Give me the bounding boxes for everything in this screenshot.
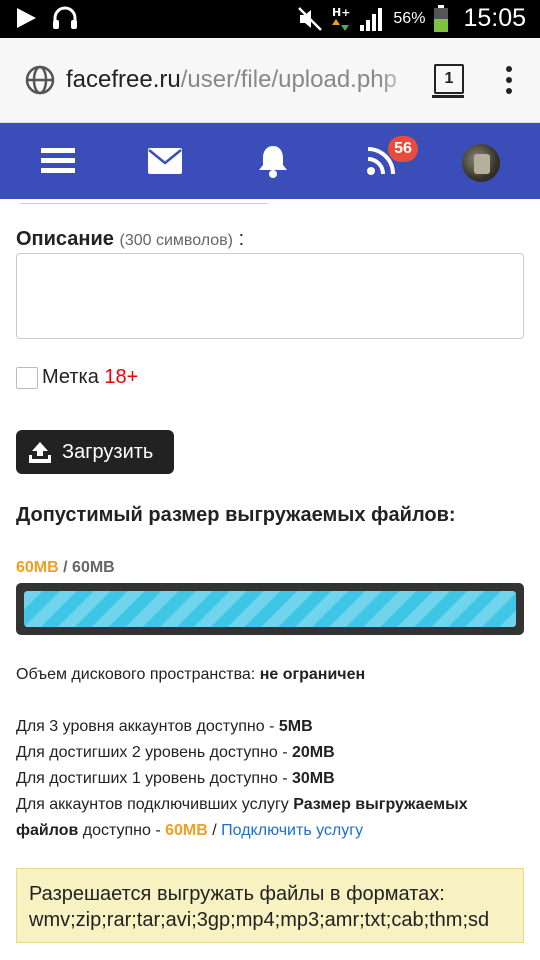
description-hint: (300 символов): [119, 232, 233, 249]
description-textarea[interactable]: [16, 253, 524, 339]
description-label: Описание (300 символов) :: [16, 228, 245, 250]
previous-field-edge: [20, 199, 268, 204]
battery-icon: [434, 4, 449, 32]
url-path: /user/file/upload.php: [180, 66, 397, 93]
upload-button[interactable]: Загрузить: [16, 430, 174, 474]
tabs-icon[interactable]: 1: [434, 64, 464, 94]
globe-icon[interactable]: [24, 64, 56, 96]
clock: 15:05: [463, 4, 526, 32]
allowed-formats-list: wmv;zip;rar;tar;avi;3gp;mp4;mp3;amr;txt;…: [29, 909, 490, 931]
disk-space-line: Объем дискового пространства: не огранич…: [16, 666, 366, 683]
svg-text:H+: H+: [332, 6, 350, 19]
browser-toolbar: facefree.ru/user/file/upload.php 1: [0, 38, 540, 123]
mail-icon[interactable]: [132, 123, 198, 199]
level1-limit-line: Для достигших 1 уровень доступно - 30MB: [16, 770, 335, 787]
adult-mark: 18+: [104, 366, 139, 388]
url-fade: [380, 62, 414, 98]
signal-icon: [360, 7, 383, 31]
tabs-icon-base: [432, 95, 464, 98]
adult-checkbox[interactable]: [16, 367, 38, 389]
connect-service-link[interactable]: Подключить услугу: [221, 822, 363, 839]
disk-space-value: не ограничен: [259, 666, 366, 683]
upload-button-label: Загрузить: [62, 440, 154, 463]
bell-icon[interactable]: [240, 123, 306, 199]
url-host: facefree.ru: [66, 66, 181, 93]
usage-total: 60MB: [72, 559, 115, 576]
level2-limit-line: Для достигших 2 уровень доступно - 20MB: [16, 744, 335, 761]
hamburger-icon[interactable]: [24, 123, 92, 199]
address-bar[interactable]: facefree.ru/user/file/upload.php: [66, 62, 412, 98]
usage-used: 60MB: [16, 559, 59, 576]
mute-icon: [298, 6, 323, 31]
usage-progress-fill: [24, 591, 516, 627]
upload-icon: [29, 442, 51, 463]
service-limit-line: Для аккаунтов подключивших услугу Размер…: [16, 796, 468, 813]
avatar[interactable]: [462, 144, 500, 182]
headphones-icon: [53, 6, 77, 29]
play-icon: [17, 8, 36, 28]
allowed-formats-notice: Разрешается выгружать файлы в форматах: …: [16, 868, 524, 943]
level3-limit-line: Для 3 уровня аккаунтов доступно - 5MB: [16, 718, 313, 735]
size-limit-title: Допустимый размер выгружаемых файлов:: [16, 504, 456, 526]
adult-checkbox-label: Метка 18+: [42, 366, 139, 388]
usage-readout: 60MB / 60MB: [16, 559, 115, 576]
site-nav-bar: [0, 123, 540, 199]
battery-percent: 56%: [393, 9, 426, 27]
status-bar: H+ 56% 15:05: [0, 0, 540, 38]
service-limit-value: 60MB: [165, 822, 208, 839]
rss-count-badge: 56: [388, 136, 418, 162]
menu-kebab-icon[interactable]: [500, 66, 518, 96]
usage-progress-bar: [16, 583, 524, 635]
allowed-formats-heading: Разрешается выгружать файлы в форматах:: [29, 883, 445, 905]
hplus-data-icon: H+: [332, 6, 351, 31]
service-limit-line-2: файлов доступно - 60MB / Подключить услу…: [16, 822, 364, 839]
